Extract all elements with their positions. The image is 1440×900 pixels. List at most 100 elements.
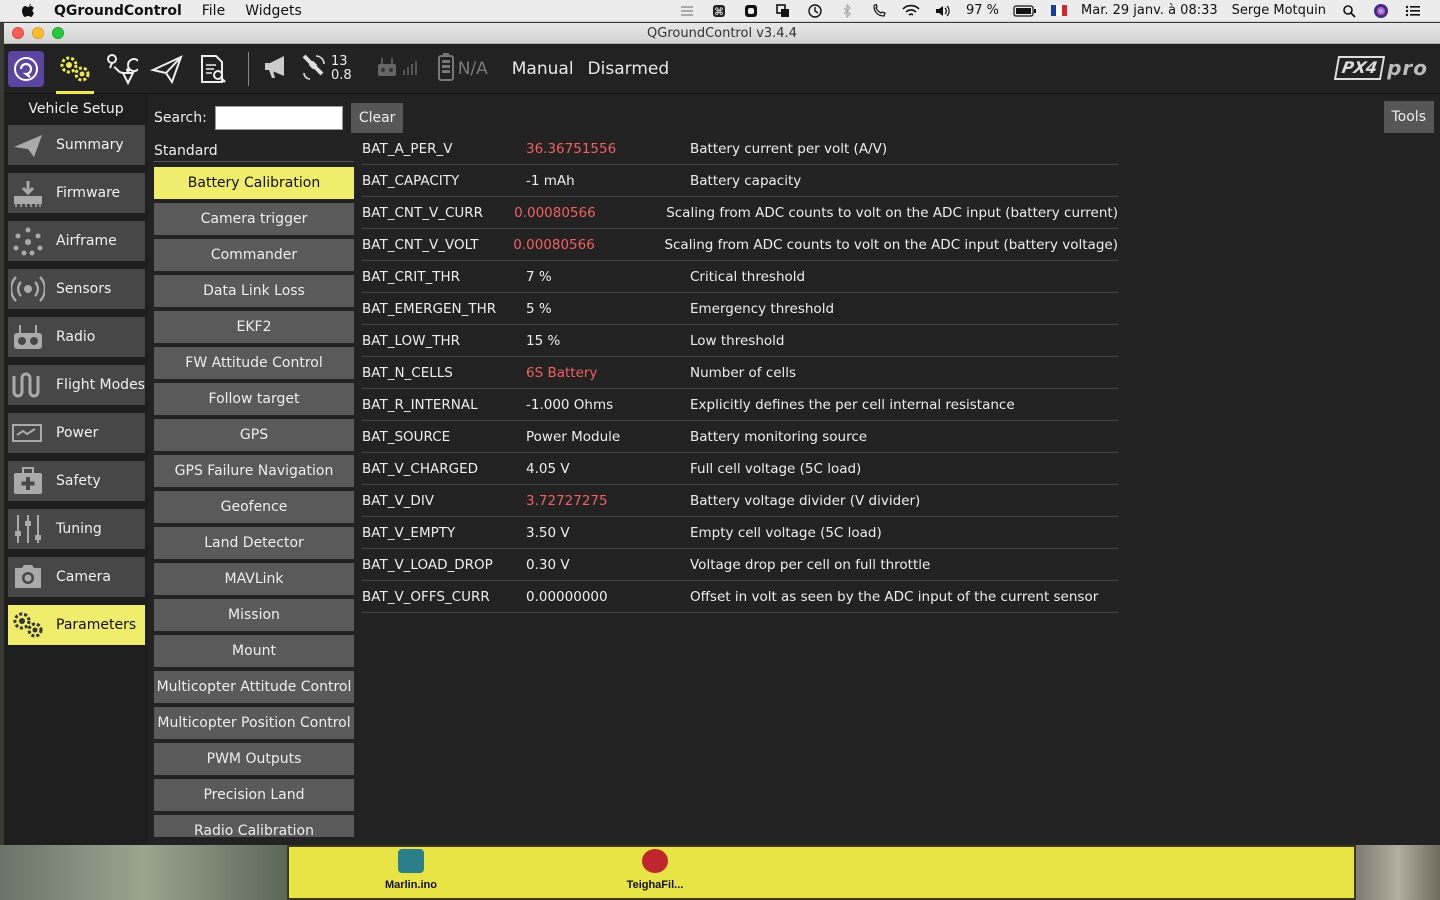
close-window-button[interactable] — [12, 27, 24, 39]
menubar-app-name[interactable]: QGroundControl — [54, 3, 182, 19]
messages-indicator[interactable] — [261, 54, 291, 84]
copy-icon[interactable] — [774, 3, 792, 19]
group-button[interactable]: PWM Outputs — [154, 743, 354, 775]
group-button[interactable]: Multicopter Attitude Control — [154, 671, 354, 703]
group-button[interactable]: FW Attitude Control — [154, 347, 354, 379]
parameter-row[interactable]: BAT_V_LOAD_DROP 0.30 V Voltage drop per ce… — [362, 549, 1118, 581]
parameter-value[interactable]: 15 % — [526, 333, 690, 349]
parameter-row[interactable]: BAT_CNT_V_VOLT 0.00080566 Scaling from ADC… — [362, 229, 1118, 261]
menubar-user[interactable]: Serge Motquin — [1232, 3, 1326, 18]
parameter-row[interactable]: BAT_V_CHARGED 4.05 V Full cell voltage (5C… — [362, 453, 1118, 485]
sidebar-item-airframe[interactable]: Airframe — [8, 221, 145, 261]
group-button[interactable]: Radio Calibration — [154, 815, 354, 837]
qgc-logo-button[interactable] — [8, 50, 44, 87]
parameter-row[interactable]: BAT_V_DIV 3.72727275 Battery voltage divid… — [362, 485, 1118, 517]
sidebar-item-summary[interactable]: Summary — [8, 125, 145, 165]
search-input[interactable] — [214, 106, 343, 130]
parameter-row[interactable]: BAT_N_CELLS 6S Battery Number of cells — [362, 357, 1118, 389]
parameter-value[interactable]: 3.50 V — [526, 525, 690, 541]
sidebar-item-parameters[interactable]: Parameters — [8, 605, 145, 645]
group-button[interactable]: Mission — [154, 599, 354, 631]
sidebar-item-power[interactable]: Power — [8, 413, 145, 453]
group-button[interactable]: GPS Failure Navigation — [154, 455, 354, 487]
parameter-row[interactable]: BAT_V_OFFS_CURR 0.00000000 Offset in volt … — [362, 581, 1118, 613]
phone-icon[interactable] — [870, 3, 888, 19]
parameter-value[interactable]: 0.00080566 — [514, 205, 666, 221]
group-button[interactable]: Camera trigger — [154, 203, 354, 235]
group-button[interactable]: EKF2 — [154, 311, 354, 343]
analyze-view-button[interactable] — [190, 46, 236, 92]
clear-search-button[interactable]: Clear — [350, 103, 404, 133]
group-button[interactable]: GPS — [154, 419, 354, 451]
battery-icon[interactable] — [1013, 3, 1037, 19]
parameter-row[interactable]: BAT_EMERGEN_THR 5 % Emergency threshold — [362, 293, 1118, 325]
parameter-row[interactable]: BAT_R_INTERNAL -1.000 Ohms Explicitly defi… — [362, 389, 1118, 421]
menu-file[interactable]: File — [202, 3, 225, 19]
flight-mode-selector[interactable]: Manual — [512, 59, 574, 79]
apple-icon[interactable] — [18, 1, 38, 21]
group-button[interactable]: Follow target — [154, 383, 354, 415]
battery-percent[interactable]: 97 % — [966, 3, 999, 18]
parameter-value[interactable]: 5 % — [526, 301, 690, 317]
vehicle-setup-button[interactable] — [52, 46, 98, 94]
sidebar-item-camera[interactable]: Camera — [8, 557, 145, 597]
parameter-row[interactable]: BAT_CAPACITY -1 mAh Battery capacity — [362, 165, 1118, 197]
group-button[interactable]: Land Detector — [154, 527, 354, 559]
plan-view-button[interactable] — [98, 46, 144, 92]
parameter-row[interactable]: BAT_LOW_THR 15 % Low threshold — [362, 325, 1118, 357]
notification-center-icon[interactable] — [1404, 3, 1422, 19]
parameter-value[interactable]: 0.00000000 — [526, 589, 690, 605]
group-button[interactable]: Battery Calibration — [154, 167, 354, 199]
battery-indicator[interactable]: N/A — [437, 52, 502, 86]
parameter-value[interactable]: -1.000 Ohms — [526, 397, 690, 413]
group-button[interactable]: Geofence — [154, 491, 354, 523]
group-button[interactable]: Data Link Loss — [154, 275, 354, 307]
tools-menu-button[interactable]: Tools — [1383, 101, 1434, 133]
bluetooth-icon[interactable] — [838, 3, 856, 19]
sidebar-item-flight-modes[interactable]: Flight Modes — [8, 365, 145, 405]
sidebar-item-sensors[interactable]: Sensors — [8, 269, 145, 309]
zoom-window-button[interactable] — [52, 27, 64, 39]
gps-indicator[interactable]: 13 0.8 — [301, 53, 352, 85]
parameter-value[interactable]: Power Module — [526, 429, 690, 445]
menubar-datetime[interactable]: Mar. 29 janv. à 08:33 — [1081, 3, 1218, 18]
group-button[interactable]: Mount — [154, 635, 354, 667]
window-titlebar[interactable]: QGroundControl v3.4.4 — [4, 23, 1440, 44]
group-button[interactable]: Precision Land — [154, 779, 354, 811]
parameter-value[interactable]: 4.05 V — [526, 461, 690, 477]
parameter-value[interactable]: 6S Battery — [526, 365, 690, 381]
parameter-value[interactable]: 0.30 V — [526, 557, 690, 573]
file-teigha[interactable]: TeighaFil... — [595, 849, 715, 891]
parameter-row[interactable]: BAT_CRIT_THR 7 % Critical threshold — [362, 261, 1118, 293]
rc-rssi-indicator[interactable] — [376, 56, 418, 82]
sidebar-item-tuning[interactable]: Tuning — [8, 509, 145, 549]
parameter-row[interactable]: BAT_A_PER_V 36.36751556 Battery current pe… — [362, 133, 1118, 165]
volume-icon[interactable] — [934, 3, 952, 19]
file-marlin[interactable]: Marlin.ino — [351, 849, 471, 891]
fly-view-button[interactable] — [144, 46, 190, 92]
sidebar-item-firmware[interactable]: Firmware — [8, 173, 145, 213]
minimize-window-button[interactable] — [32, 27, 44, 39]
spotlight-search-icon[interactable] — [1340, 3, 1358, 19]
parameter-value[interactable]: 3.72727275 — [526, 493, 690, 509]
sidebar-item-safety[interactable]: Safety — [8, 461, 145, 501]
parameter-value[interactable]: 0.00080566 — [513, 237, 664, 253]
parameter-row[interactable]: BAT_CNT_V_CURR 0.00080566 Scaling from ADC… — [362, 197, 1118, 229]
parameter-row[interactable]: BAT_SOURCE Power Module Battery monitoring… — [362, 421, 1118, 453]
parameter-value[interactable]: 7 % — [526, 269, 690, 285]
sidebar-item-radio[interactable]: Radio — [8, 317, 145, 357]
parameter-row[interactable]: BAT_V_EMPTY 3.50 V Empty cell voltage (5C … — [362, 517, 1118, 549]
group-button[interactable]: Commander — [154, 239, 354, 271]
parameter-value[interactable]: -1 mAh — [526, 173, 690, 189]
wifi-icon[interactable] — [902, 3, 920, 19]
group-button[interactable]: MAVLink — [154, 563, 354, 595]
app-d-icon[interactable] — [742, 3, 760, 19]
arm-state-indicator[interactable]: Disarmed — [588, 59, 670, 79]
list-icon[interactable] — [678, 3, 696, 19]
french-flag-icon[interactable] — [1051, 5, 1068, 16]
siri-icon[interactable] — [1372, 3, 1390, 19]
menu-widgets[interactable]: Widgets — [245, 3, 302, 19]
time-machine-icon[interactable] — [806, 3, 824, 19]
parameter-value[interactable]: 36.36751556 — [526, 141, 690, 157]
command-icon[interactable]: ⌘ — [710, 3, 728, 19]
